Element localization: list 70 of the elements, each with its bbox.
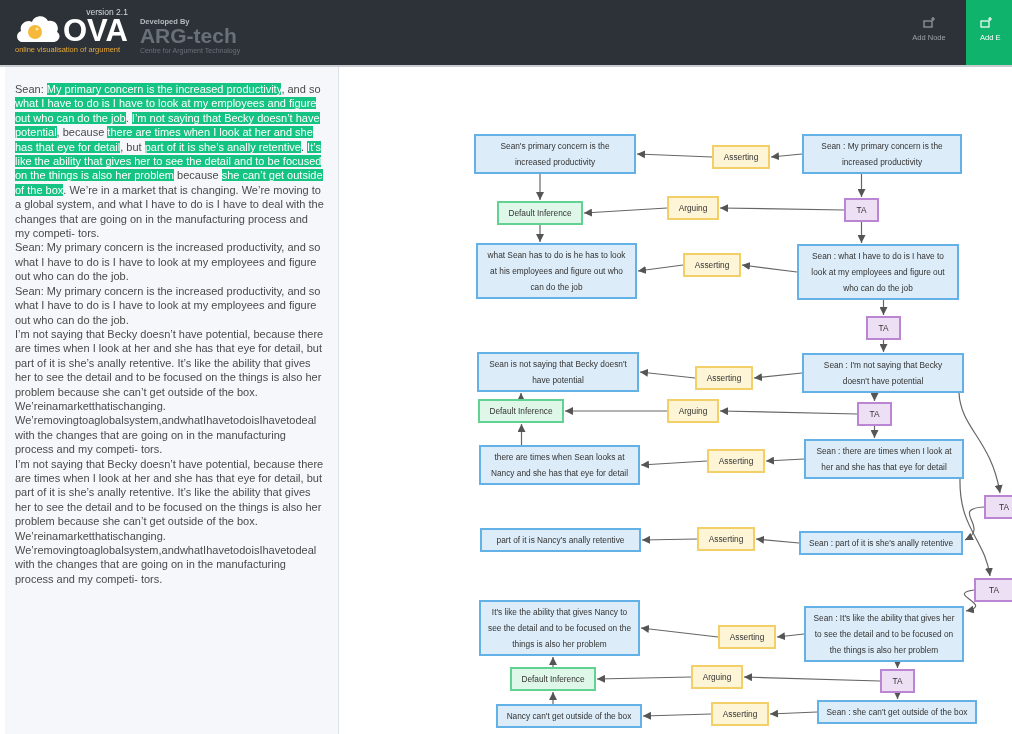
add-icon — [923, 17, 935, 28]
connector-arrow — [642, 711, 712, 720]
connector-arrow — [536, 224, 544, 243]
locution-node[interactable]: Sean : part of it is she's anally retentive — [799, 531, 963, 555]
connector-arrow — [870, 425, 879, 439]
connector-arrow — [870, 392, 879, 402]
connector-arrow — [549, 691, 557, 705]
connector-arrow — [755, 535, 800, 544]
connector-arrow — [857, 173, 866, 198]
asserting-node[interactable]: Asserting — [711, 702, 769, 726]
developer-logo-text: ARG-tech — [139, 26, 238, 46]
inference-node[interactable]: Default Inference — [478, 399, 564, 423]
proposition-node[interactable]: there are times when Sean looks at Nancy and she has that eye for detail — [479, 445, 640, 485]
transcript-text: I’m not saying that Becky doesn’t have potential, because there are times when I look at her and she has that eye for detail, but part of it is she’s anally retentive. It’s like the ability that gives her to see the detail and to be focused on the things is also her problem because she can’t get outside of the box. We’reinamarketthatischanging. We’removingtoaglobalsystem,andwhatIhavetodoisIhavetodealwith the changes that are going on in the manufacturing process and my competi- tors. — [15, 456, 324, 587]
inference-node[interactable]: Default Inference — [510, 667, 596, 691]
asserting-node[interactable]: Asserting — [712, 145, 770, 169]
connector-arrow — [893, 691, 902, 700]
arguing-node[interactable]: Arguing — [667, 399, 719, 423]
locution-node[interactable]: Sean : she can't get outside of the box — [817, 700, 977, 724]
connector-arrow — [549, 656, 557, 668]
connector-arrow — [753, 372, 803, 382]
connector-arrow — [641, 535, 698, 544]
connector-arrow — [536, 173, 544, 201]
asserting-node[interactable]: Asserting — [718, 625, 776, 649]
transition-node[interactable]: TA — [974, 578, 1012, 602]
asserting-node[interactable]: Asserting — [697, 527, 755, 551]
transition-node[interactable]: TA — [857, 402, 892, 426]
transcript-text: Sean: My primary concern is the increased productivity, and so what I have to do is I have to look at my employees and figure out who can do the job. — [15, 240, 322, 284]
transcript-text: Sean: My primary concern is the increased productivity, and so what I have to do is I have to look at my employees and figure out who can do the job. — [15, 283, 322, 327]
connector-arrow — [517, 423, 526, 446]
connector-arrow — [963, 589, 977, 613]
locution-node[interactable]: Sean : I'm not saying that Becky doesn't have potential — [802, 353, 964, 393]
arguing-node[interactable]: Arguing — [691, 665, 743, 689]
locution-node[interactable]: Sean : there are times when I look at her and she has that eye for detail — [804, 439, 964, 479]
transition-node[interactable]: TA — [984, 495, 1012, 519]
connector-arrow — [640, 460, 708, 469]
proposition-node[interactable]: Nancy can't get outside of the box — [496, 704, 642, 728]
connector-arrow — [776, 632, 805, 641]
proposition-node[interactable]: what Sean has to do is he has to look at his employees and figure out who can do the job — [476, 243, 637, 299]
connector-arrow — [517, 392, 525, 401]
asserting-node[interactable]: Asserting — [683, 253, 741, 277]
transition-node[interactable]: TA — [866, 316, 901, 340]
locution-node[interactable]: Sean : My primary concern is the increased productivity — [802, 134, 962, 174]
inference-node[interactable]: Default Inference — [497, 201, 583, 225]
connector-arrow — [879, 299, 888, 316]
connector-arrow — [893, 660, 902, 669]
logo-text: OVA — [63, 17, 128, 45]
connector-arrow — [769, 709, 818, 718]
locution-node[interactable]: Sean : It's like the ability that gives her to see the detail and to be focused on the things is also her problem — [804, 606, 964, 662]
asserting-node[interactable]: Asserting — [707, 449, 765, 473]
connector-arrow — [857, 221, 866, 244]
connector-arrow — [741, 262, 798, 273]
version-text: version 2.1 — [86, 7, 128, 17]
connector-arrow — [879, 339, 888, 353]
connector-arrow — [639, 368, 696, 379]
connector-arrow — [770, 152, 803, 161]
proposition-node[interactable]: Sean is not saying that Becky doesn't have potential — [477, 352, 639, 392]
proposition-node[interactable]: part of it is Nancy's anally retentive — [480, 528, 641, 552]
transition-node[interactable]: TA — [880, 669, 915, 693]
proposition-node[interactable]: Sean's primary concern is the increased productivity — [474, 134, 636, 174]
locution-node[interactable]: Sean : what I have to do is I have to look at my employees and figure out who can do the job — [797, 244, 959, 300]
transition-node[interactable]: TA — [844, 198, 879, 222]
arguing-node[interactable]: Arguing — [667, 196, 719, 220]
cloud-egg-logo-icon — [15, 13, 61, 43]
add-icon — [980, 17, 992, 28]
connector-arrow — [637, 264, 684, 274]
proposition-node[interactable]: It's like the ability that gives Nancy to see the detail and to be focused on the things is also her problem — [479, 600, 640, 656]
transcript-text: I’m not saying that Becky doesn’t have potential, because there are times when I look at her and she has that eye for detail, but part of it is she’s anally retentive. It’s like the ability that gives her to see the detail and to be focused on the things is also her problem because she can’t get outside of the box. We’reinamarketthatischanging. We’removingtoaglobalsystem,andwhatIhavetodoisIhavetodealwith the changes that are going on in the manufacturing process and my competi- tors. — [15, 326, 324, 457]
connector-arrow — [765, 456, 805, 465]
asserting-node[interactable]: Asserting — [695, 366, 753, 390]
